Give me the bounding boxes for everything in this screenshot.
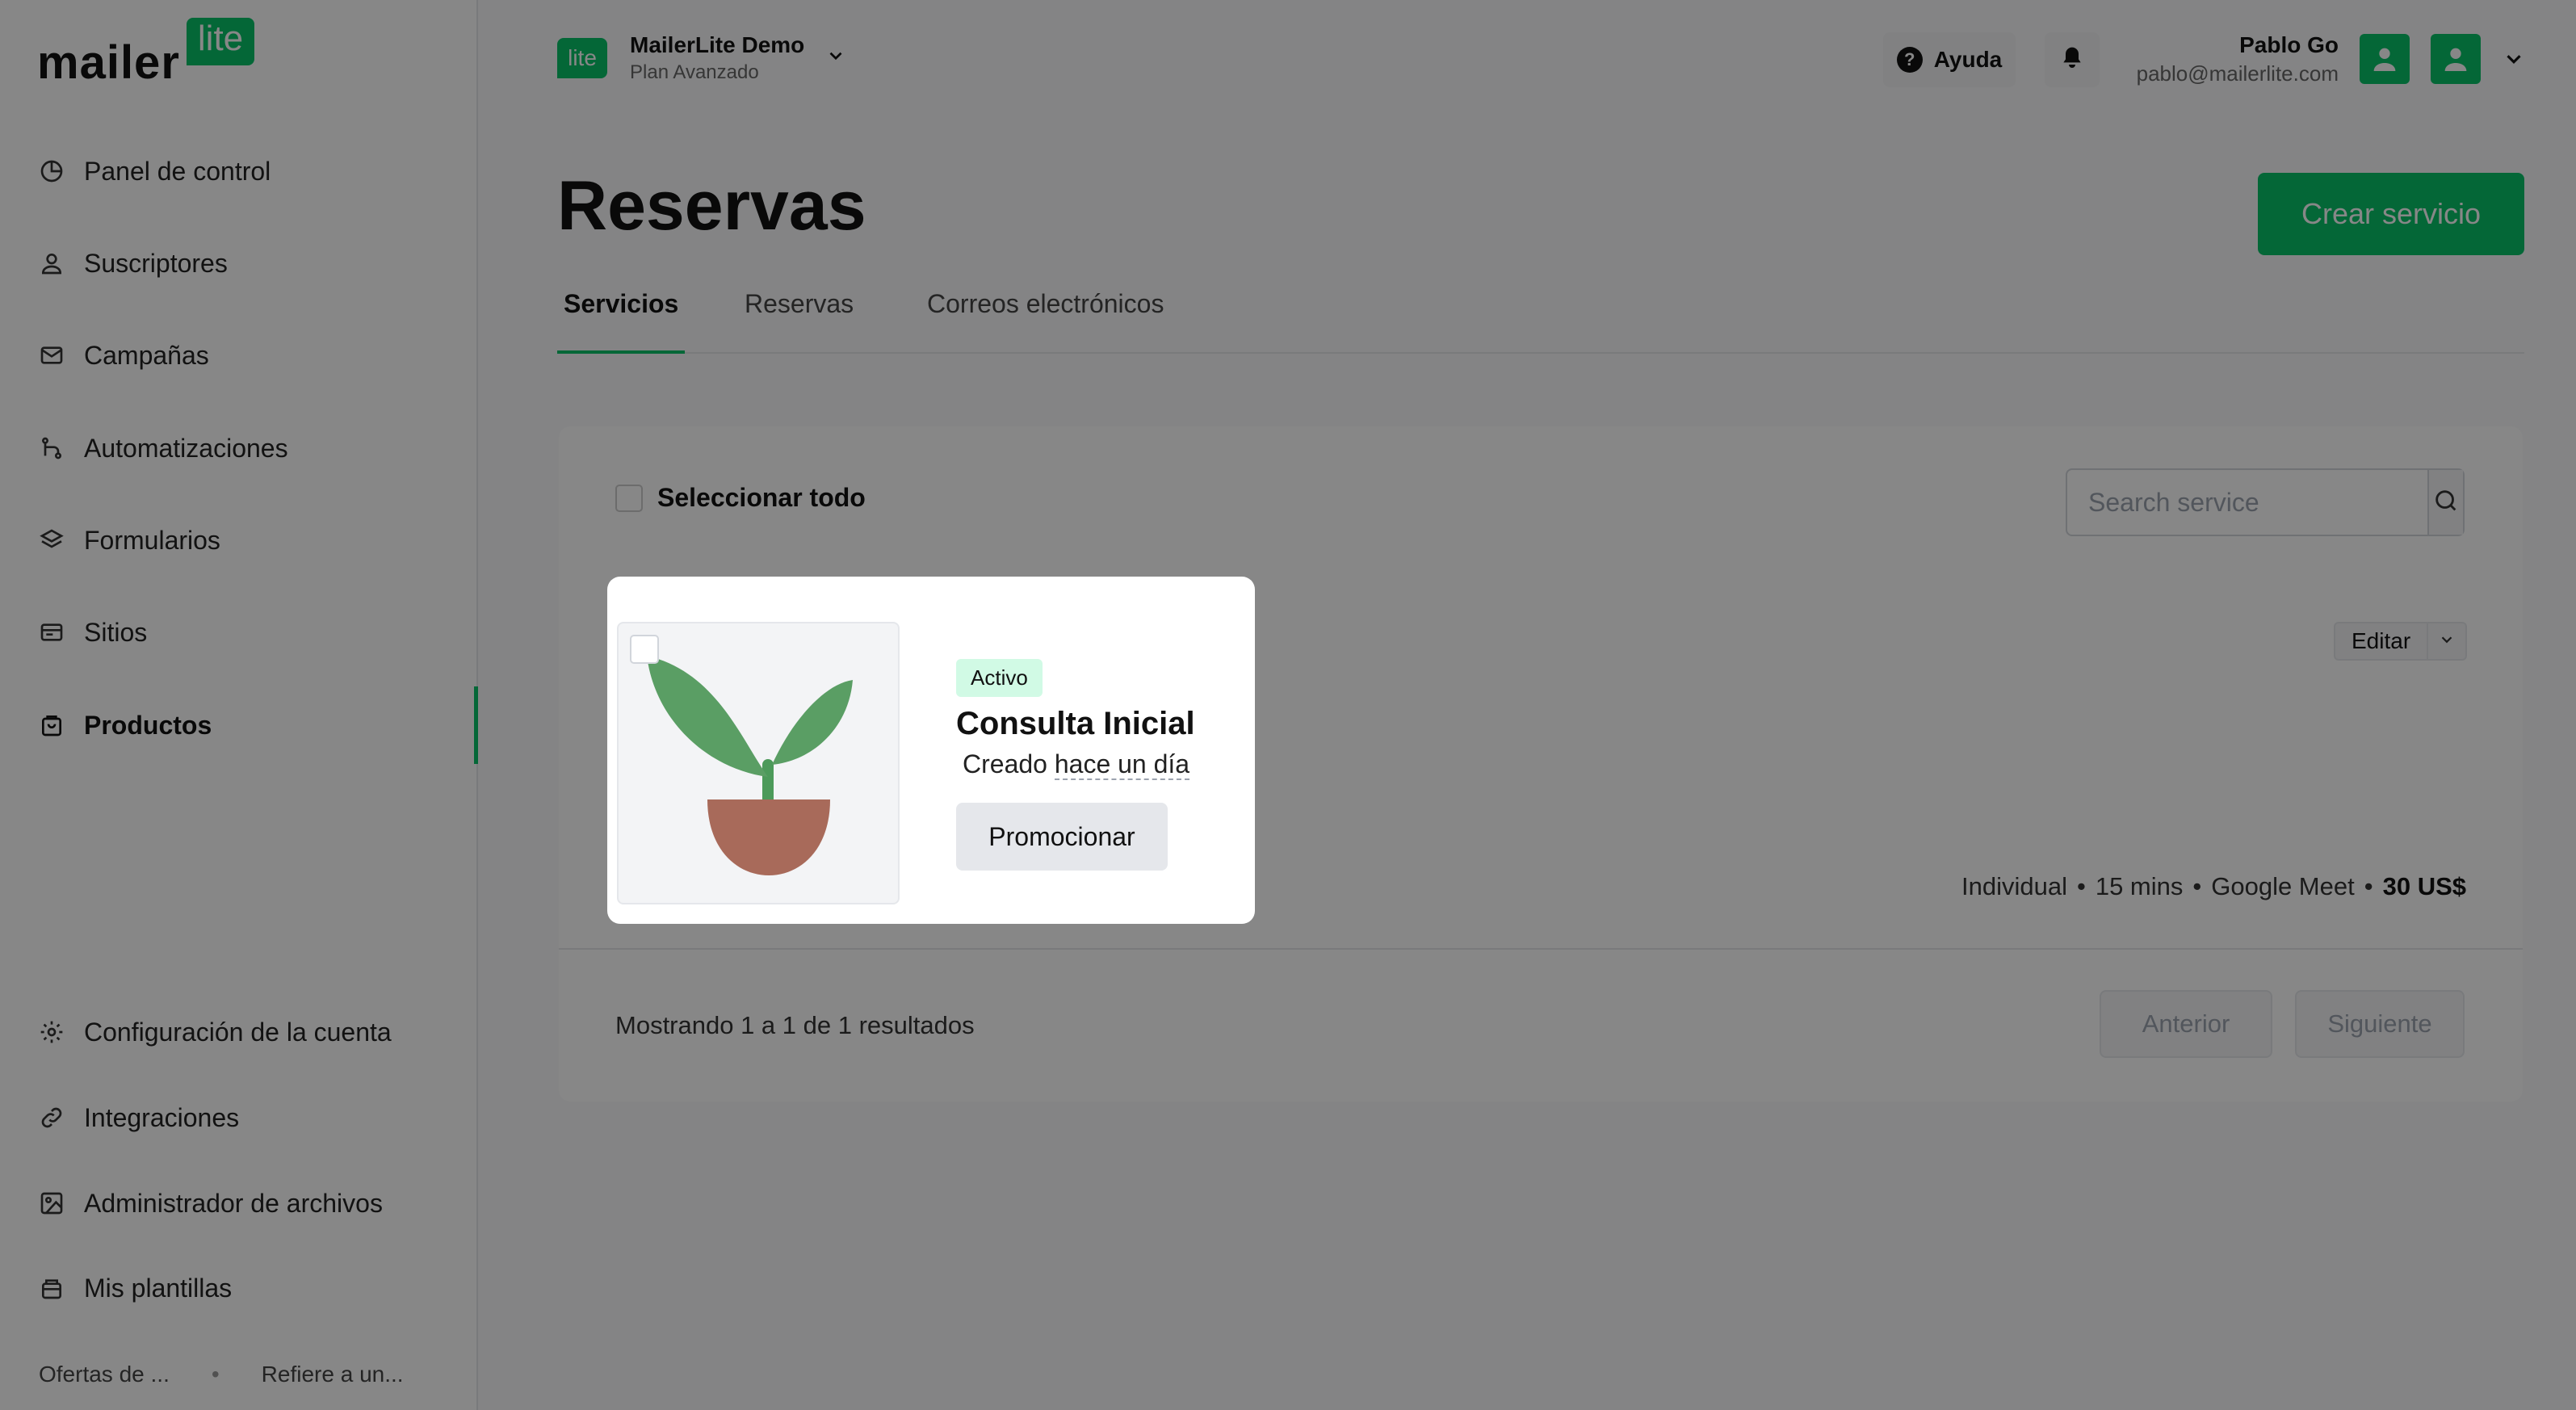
service-created: Creado hace un día — [963, 749, 1190, 780]
created-relative-time: hace un día — [1054, 749, 1190, 780]
plant-icon — [647, 656, 853, 875]
created-prefix: Creado — [963, 749, 1047, 778]
service-checkbox[interactable] — [630, 635, 659, 664]
service-title[interactable]: Consulta Inicial — [956, 706, 1195, 742]
service-item-highlight: Activo Consulta Inicial Creado hace un d… — [607, 577, 1255, 924]
service-thumbnail — [617, 622, 900, 904]
promote-button[interactable]: Promocionar — [956, 803, 1168, 871]
onboarding-overlay — [0, 0, 2576, 1410]
status-badge: Activo — [956, 659, 1043, 697]
